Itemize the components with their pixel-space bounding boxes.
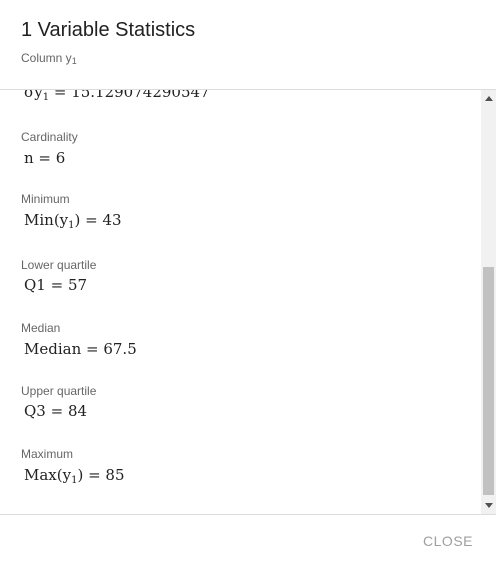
stats-content[interactable]: σy1 = 15.129074290547 Cardinality n = 6 … bbox=[0, 90, 481, 514]
subtitle-subscript: 1 bbox=[71, 56, 77, 66]
statistics-dialog: 1 Variable Statistics Column y1 σy1 = 15… bbox=[0, 0, 496, 568]
stdev-symbol: σy bbox=[24, 90, 43, 101]
subtitle-text: Column y bbox=[21, 51, 72, 65]
vertical-scrollbar[interactable] bbox=[481, 90, 496, 514]
cardinality-value: n = 6 bbox=[24, 149, 66, 167]
minimum-subscript: 1 bbox=[68, 220, 75, 231]
dialog-subtitle: Column y1 bbox=[21, 51, 77, 66]
maximum-label: Maximum bbox=[21, 447, 74, 461]
lower-quartile-label: Lower quartile bbox=[21, 258, 97, 272]
upper-quartile-label: Upper quartile bbox=[21, 384, 97, 398]
median-value: Median = 67.5 bbox=[24, 340, 137, 358]
minimum-label: Minimum bbox=[21, 192, 70, 206]
minimum-value: Min(y1) = 43 bbox=[24, 211, 122, 231]
median-label: Median bbox=[21, 321, 61, 335]
maximum-prefix: Max(y bbox=[24, 466, 72, 484]
maximum-value: Max(y1) = 85 bbox=[24, 466, 125, 486]
dialog-header: 1 Variable Statistics Column y1 bbox=[0, 0, 496, 89]
minimum-rest: ) = 43 bbox=[74, 211, 122, 229]
lower-quartile-value: Q1 = 57 bbox=[24, 276, 88, 294]
stdev-subscript: 1 bbox=[42, 92, 50, 103]
stdev-rest: = 15.129074290547 bbox=[49, 90, 210, 101]
upper-quartile-value: Q3 = 84 bbox=[24, 402, 88, 420]
scrollbar-thumb[interactable] bbox=[483, 267, 494, 495]
dialog-title: 1 Variable Statistics bbox=[21, 19, 196, 41]
close-button[interactable]: CLOSE bbox=[423, 533, 473, 549]
scroll-down-arrow-icon[interactable] bbox=[485, 503, 493, 508]
stdev-value: σy1 = 15.129074290547 bbox=[24, 90, 210, 103]
scroll-up-arrow-icon[interactable] bbox=[485, 96, 493, 101]
cardinality-label: Cardinality bbox=[21, 130, 78, 144]
maximum-subscript: 1 bbox=[71, 475, 78, 486]
maximum-rest: ) = 85 bbox=[77, 466, 125, 484]
dialog-footer: CLOSE bbox=[0, 515, 496, 568]
minimum-prefix: Min(y bbox=[24, 211, 69, 229]
